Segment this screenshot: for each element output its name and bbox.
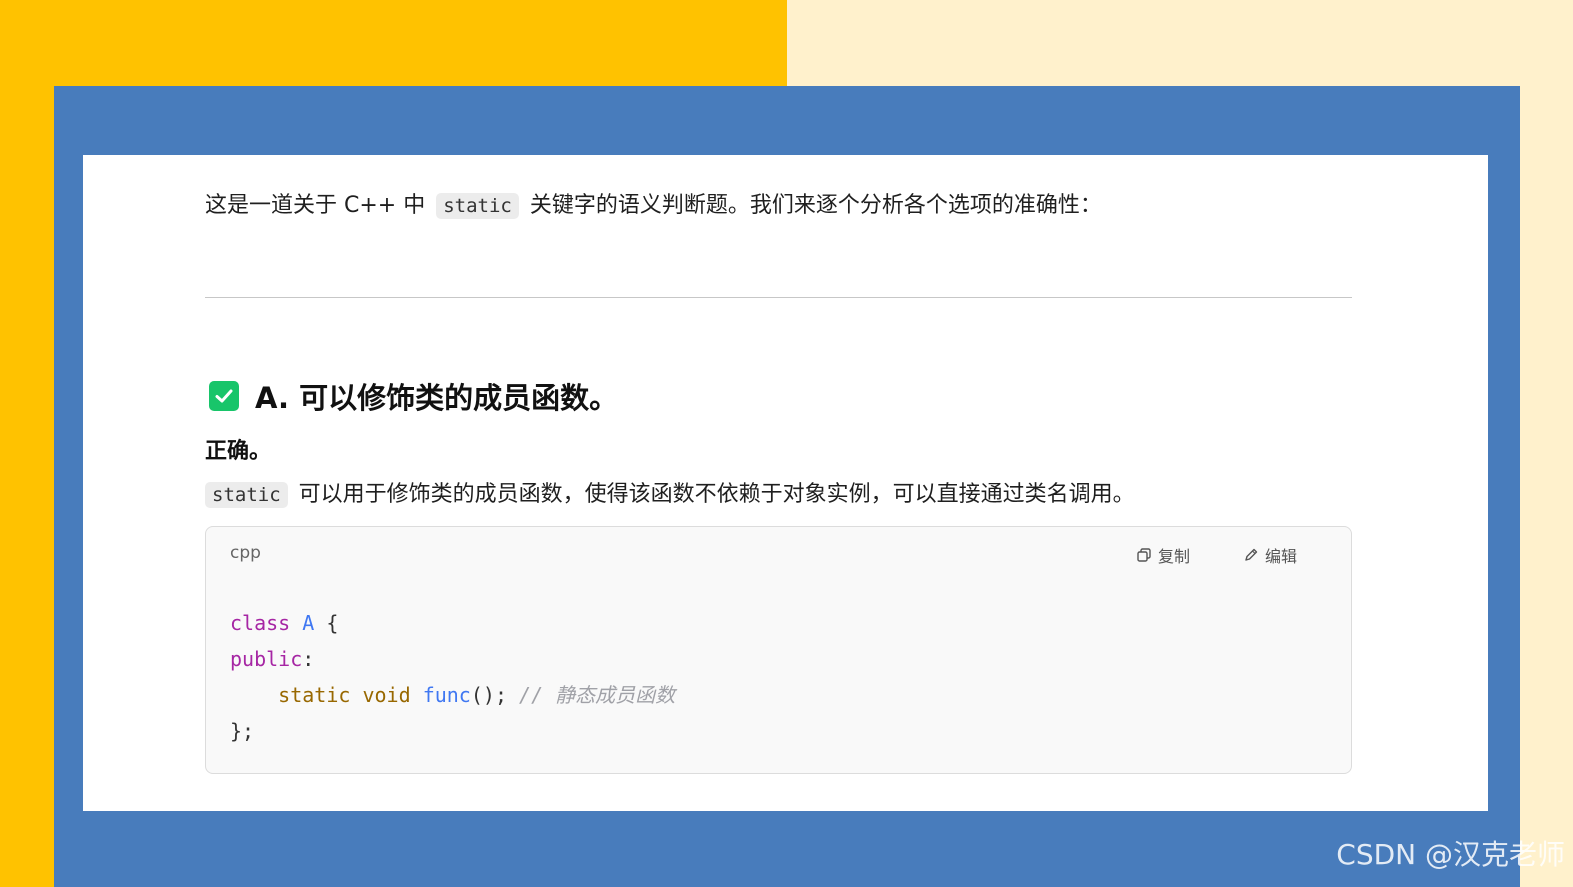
code-content: class A { public: static void func(); //… [230, 605, 675, 749]
code-token: : [302, 647, 315, 671]
code-token: static [278, 683, 351, 707]
code-comment: // 静态成员函数 [519, 683, 676, 707]
intro-inline-code: static [436, 193, 519, 219]
explanation-paragraph: static 可以用于修饰类的成员函数，使得该函数不依赖于对象实例，可以直接通过… [205, 477, 1135, 513]
code-token: { [314, 611, 339, 635]
code-token: func [422, 683, 471, 707]
code-token: void [362, 683, 411, 707]
explanation-text: 可以用于修饰类的成员函数，使得该函数不依赖于对象实例，可以直接通过类名调用。 [298, 482, 1135, 507]
check-icon [209, 381, 239, 411]
intro-paragraph: 这是一道关于 C++ 中 static 关键字的语义判断题。我们来逐个分析各个选… [205, 188, 1102, 224]
code-token: A [302, 611, 315, 635]
code-line: class A { [230, 605, 675, 641]
code-token: (); [470, 683, 520, 707]
divider [205, 297, 1352, 298]
verdict-label: 正确。 [205, 439, 272, 464]
intro-text-after: 关键字的语义判断题。我们来逐个分析各个选项的准确性： [529, 193, 1102, 218]
content-card: 这是一道关于 C++ 中 static 关键字的语义判断题。我们来逐个分析各个选… [83, 155, 1488, 811]
code-token: class [230, 611, 291, 635]
explanation-inline-code: static [205, 482, 288, 508]
watermark: CSDN @汉克老师 [1336, 838, 1565, 871]
code-line: static void func(); // 静态成员函数 [230, 677, 675, 713]
code-line: }; [230, 719, 255, 743]
code-line: public: [230, 641, 675, 677]
copy-icon [1137, 548, 1151, 562]
code-token: public [230, 647, 303, 671]
code-language-label: cpp [230, 543, 261, 563]
option-heading: A. 可以修饰类的成员函数。 [209, 375, 618, 417]
edit-button-label: 编辑 [1265, 547, 1298, 566]
copy-button[interactable]: 复制 [1136, 543, 1190, 567]
intro-text-before: 这是一道关于 C++ 中 [205, 193, 426, 218]
code-block: cpp 复制 编辑 class A { public: static void … [205, 526, 1352, 774]
option-title: A. 可以修饰类的成员函数。 [255, 381, 619, 415]
copy-button-label: 复制 [1158, 547, 1191, 566]
edit-icon [1245, 548, 1258, 561]
edit-button[interactable]: 编辑 [1243, 543, 1297, 567]
